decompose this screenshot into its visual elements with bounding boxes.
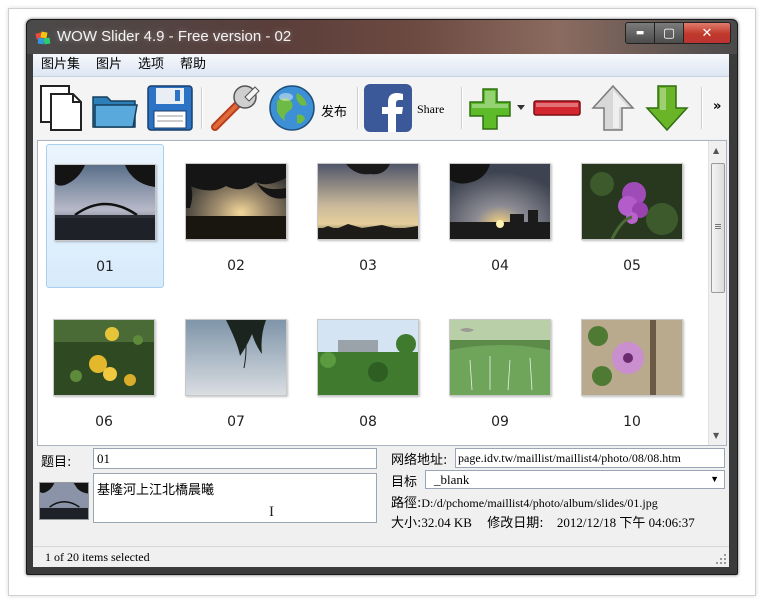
maximize-button[interactable]: ▢	[655, 22, 684, 44]
thumbnail-caption: 02	[227, 258, 245, 274]
thumbnail-caption: 08	[359, 414, 377, 430]
new-document-icon[interactable]	[37, 83, 87, 133]
title-bar[interactable]: WOW Slider 4.9 - Free version - 02 ▬ ▢ ✕	[27, 20, 737, 54]
menu-album[interactable]: 图片集	[33, 54, 88, 76]
chevron-down-icon[interactable]	[515, 83, 527, 133]
target-label: 目标	[391, 475, 418, 490]
thumbnail-caption: 05	[623, 258, 641, 274]
thumbnail-gallery: 01 02 03 04 05 06 07 08 09 10 ▲ ▼	[37, 140, 727, 446]
description-field[interactable]: 基隆河上江北橋晨曦	[93, 473, 377, 523]
plus-icon[interactable]	[467, 83, 513, 133]
thumbnail-item[interactable]: 01	[46, 144, 164, 288]
modified-value: 2012/12/18 下午 04:06:37	[556, 515, 695, 530]
thumbnail-image[interactable]	[581, 163, 683, 240]
thumbnail-caption: 10	[623, 414, 641, 430]
maximize-icon: ▢	[662, 25, 676, 41]
target-select[interactable]: _blank ▼	[425, 470, 725, 489]
thumbnail-caption: 06	[95, 414, 113, 430]
share-label[interactable]: Share	[417, 102, 444, 117]
publish-label[interactable]: 发布	[321, 101, 347, 120]
client-area: 图片集 图片 选项 帮助 发布 Share » 01 02 03 04 05 0…	[33, 54, 729, 567]
menu-bar: 图片集 图片 选项 帮助	[33, 54, 729, 77]
thumbnail-image[interactable]	[54, 164, 156, 241]
thumbnail-image[interactable]	[449, 163, 551, 240]
app-icon	[35, 31, 51, 45]
status-bar: 1 of 20 items selected	[33, 546, 729, 567]
size-value: 32.04 KB	[421, 515, 472, 530]
facebook-icon[interactable]	[363, 83, 413, 133]
arrow-down-icon[interactable]	[643, 83, 691, 133]
scroll-up-arrow-icon[interactable]: ▲	[713, 146, 719, 155]
thumbnail-image[interactable]	[185, 319, 287, 396]
title-field[interactable]: 01	[93, 448, 377, 469]
target-select-value: _blank	[434, 472, 470, 487]
thumbnail-image[interactable]	[581, 319, 683, 396]
resize-grip-icon[interactable]	[715, 553, 727, 565]
path-label: 路徑:	[391, 496, 422, 511]
thumbnail-item[interactable]: 05	[574, 144, 690, 286]
thumbnail-item[interactable]: 03	[310, 144, 426, 286]
wrench-icon[interactable]	[209, 83, 261, 133]
menu-help[interactable]: 帮助	[172, 54, 214, 76]
scrollbar-thumb[interactable]	[711, 163, 725, 293]
chevron-down-icon[interactable]: ▼	[710, 474, 719, 484]
thumbnail-item[interactable]: 09	[442, 300, 558, 442]
toolbar-separator	[701, 87, 703, 129]
toolbar-overflow-button[interactable]: »	[713, 99, 721, 114]
globe-icon[interactable]	[267, 83, 317, 133]
menu-options[interactable]: 选项	[130, 54, 172, 76]
size-label: 大小:	[391, 516, 422, 531]
thumbnail-caption: 07	[227, 414, 245, 430]
path-value: D:/d/pchome/maillist4/photo/album/slides…	[421, 496, 658, 510]
thumbnail-item[interactable]: 08	[310, 300, 426, 442]
minimize-icon: ▬	[635, 28, 645, 38]
url-field[interactable]: page.idv.tw/maillist/maillist4/photo/08/…	[455, 448, 725, 468]
thumbnail-item[interactable]: 07	[178, 300, 294, 442]
toolbar-separator	[201, 87, 203, 129]
thumbnail-item[interactable]: 06	[46, 300, 162, 442]
thumbnail-image[interactable]	[317, 163, 419, 240]
toolbar-separator	[357, 87, 359, 129]
url-label: 网络地址:	[391, 453, 448, 468]
window-title: WOW Slider 4.9 - Free version - 02	[57, 28, 292, 45]
thumbnail-item[interactable]: 10	[574, 300, 690, 442]
scroll-down-arrow-icon[interactable]: ▼	[713, 431, 719, 440]
thumbnail-image[interactable]	[53, 319, 155, 396]
floppy-disk-icon[interactable]	[145, 83, 195, 133]
gallery-scrollbar[interactable]: ▲ ▼	[708, 141, 726, 445]
minus-icon[interactable]	[531, 83, 583, 133]
thumbnail-caption: 04	[491, 258, 509, 274]
app-window: WOW Slider 4.9 - Free version - 02 ▬ ▢ ✕…	[26, 19, 738, 575]
thumbnail-caption: 01	[96, 259, 114, 275]
selected-image-preview	[39, 482, 89, 520]
title-label: 题目:	[41, 455, 72, 470]
minimize-button[interactable]: ▬	[625, 22, 655, 44]
properties-panel: 题目: 01 基隆河上江北橋晨曦 I 网络地址: page.idv.tw/mai…	[37, 446, 725, 544]
thumbnail-caption: 03	[359, 258, 377, 274]
modified-label: 修改日期:	[487, 516, 544, 531]
thumbnail-item[interactable]: 02	[178, 144, 294, 286]
open-folder-icon[interactable]	[91, 83, 139, 133]
thumbnail-item[interactable]: 04	[442, 144, 558, 286]
close-icon: ✕	[701, 25, 713, 41]
selection-status: 1 of 20 items selected	[45, 550, 150, 564]
text-cursor-icon: I	[269, 504, 274, 520]
thumbnail-image[interactable]	[185, 163, 287, 240]
arrow-up-icon[interactable]	[589, 83, 637, 133]
thumbnail-image[interactable]	[317, 319, 419, 396]
toolbar: 发布 Share »	[33, 77, 729, 139]
file-info-row: 大小:32.04 KB 修改日期: 2012/12/18 下午 04:06:37	[391, 512, 695, 531]
close-button[interactable]: ✕	[684, 22, 731, 44]
thumbnail-caption: 09	[491, 414, 509, 430]
thumbnail-image[interactable]	[449, 319, 551, 396]
menu-image[interactable]: 图片	[88, 54, 130, 76]
window-controls: ▬ ▢ ✕	[625, 22, 731, 44]
path-row: 路徑:D:/d/pchome/maillist4/photo/album/sli…	[391, 492, 658, 511]
toolbar-separator	[461, 87, 463, 129]
